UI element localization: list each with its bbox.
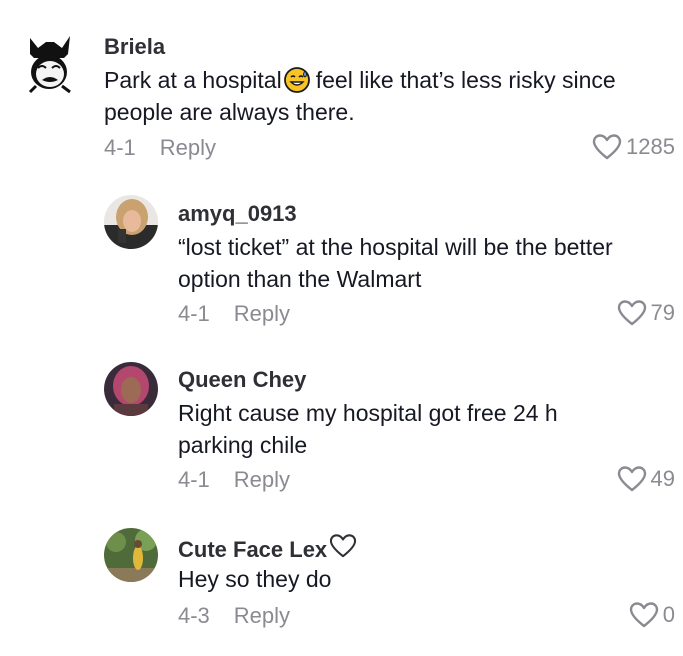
comment-date: 4-1 [178, 301, 210, 326]
comment-text: Hey so they do [178, 566, 332, 592]
comment-text: Right cause my hospital got free 24 h pa… [178, 400, 558, 458]
user-photo-icon [104, 528, 158, 582]
heart-outline-icon [330, 534, 357, 558]
reply-button[interactable]: Reply [234, 301, 290, 326]
like-count: 1285 [626, 134, 675, 159]
like-button[interactable]: 1285 [592, 133, 675, 161]
username[interactable]: amyq_0913 [178, 201, 297, 227]
reply-button[interactable]: Reply [234, 603, 290, 628]
heart-outline-icon [592, 134, 622, 160]
avatar[interactable] [24, 32, 74, 94]
comment-meta: 4-1 Reply [178, 301, 290, 327]
comment-date: 4-1 [178, 467, 210, 492]
kuromi-avatar-icon [28, 36, 71, 94]
comment-meta: 4-1 Reply [178, 467, 290, 493]
like-count: 0 [662, 602, 675, 627]
username[interactable]: Cute Face Lex [178, 533, 357, 563]
like-button[interactable]: 49 [617, 465, 675, 493]
like-count: 79 [650, 300, 675, 325]
heart-outline-icon [629, 602, 658, 628]
avatar[interactable] [104, 195, 158, 249]
comment-date: 4-1 [104, 135, 136, 160]
comment-text: “lost ticket” at the hospital will be th… [178, 234, 613, 292]
like-button[interactable]: 79 [617, 299, 675, 327]
avatar[interactable] [104, 528, 158, 582]
username-text: Cute Face Lex [178, 537, 328, 562]
comment-text: Park at a hospital feel like that’s less… [104, 64, 674, 128]
like-count: 49 [650, 466, 675, 491]
reply-button[interactable]: Reply [234, 467, 290, 492]
comment-date: 4-3 [178, 603, 210, 628]
heart-outline-icon [617, 300, 646, 326]
comment-meta: 4-3 Reply [178, 603, 290, 629]
comment-meta: 4-1 Reply [104, 135, 216, 161]
like-button[interactable]: 0 [629, 601, 675, 629]
heart-outline-icon [617, 466, 646, 492]
user-photo-icon [104, 195, 158, 249]
sweat-smile-emoji-icon [283, 67, 310, 93]
user-photo-icon [104, 362, 158, 416]
reply-button[interactable]: Reply [160, 135, 216, 160]
username[interactable]: Queen Chey [178, 367, 306, 393]
avatar[interactable] [104, 362, 158, 416]
username[interactable]: Briela [104, 34, 165, 60]
comment-text-part: Park at a hospital [104, 67, 282, 93]
